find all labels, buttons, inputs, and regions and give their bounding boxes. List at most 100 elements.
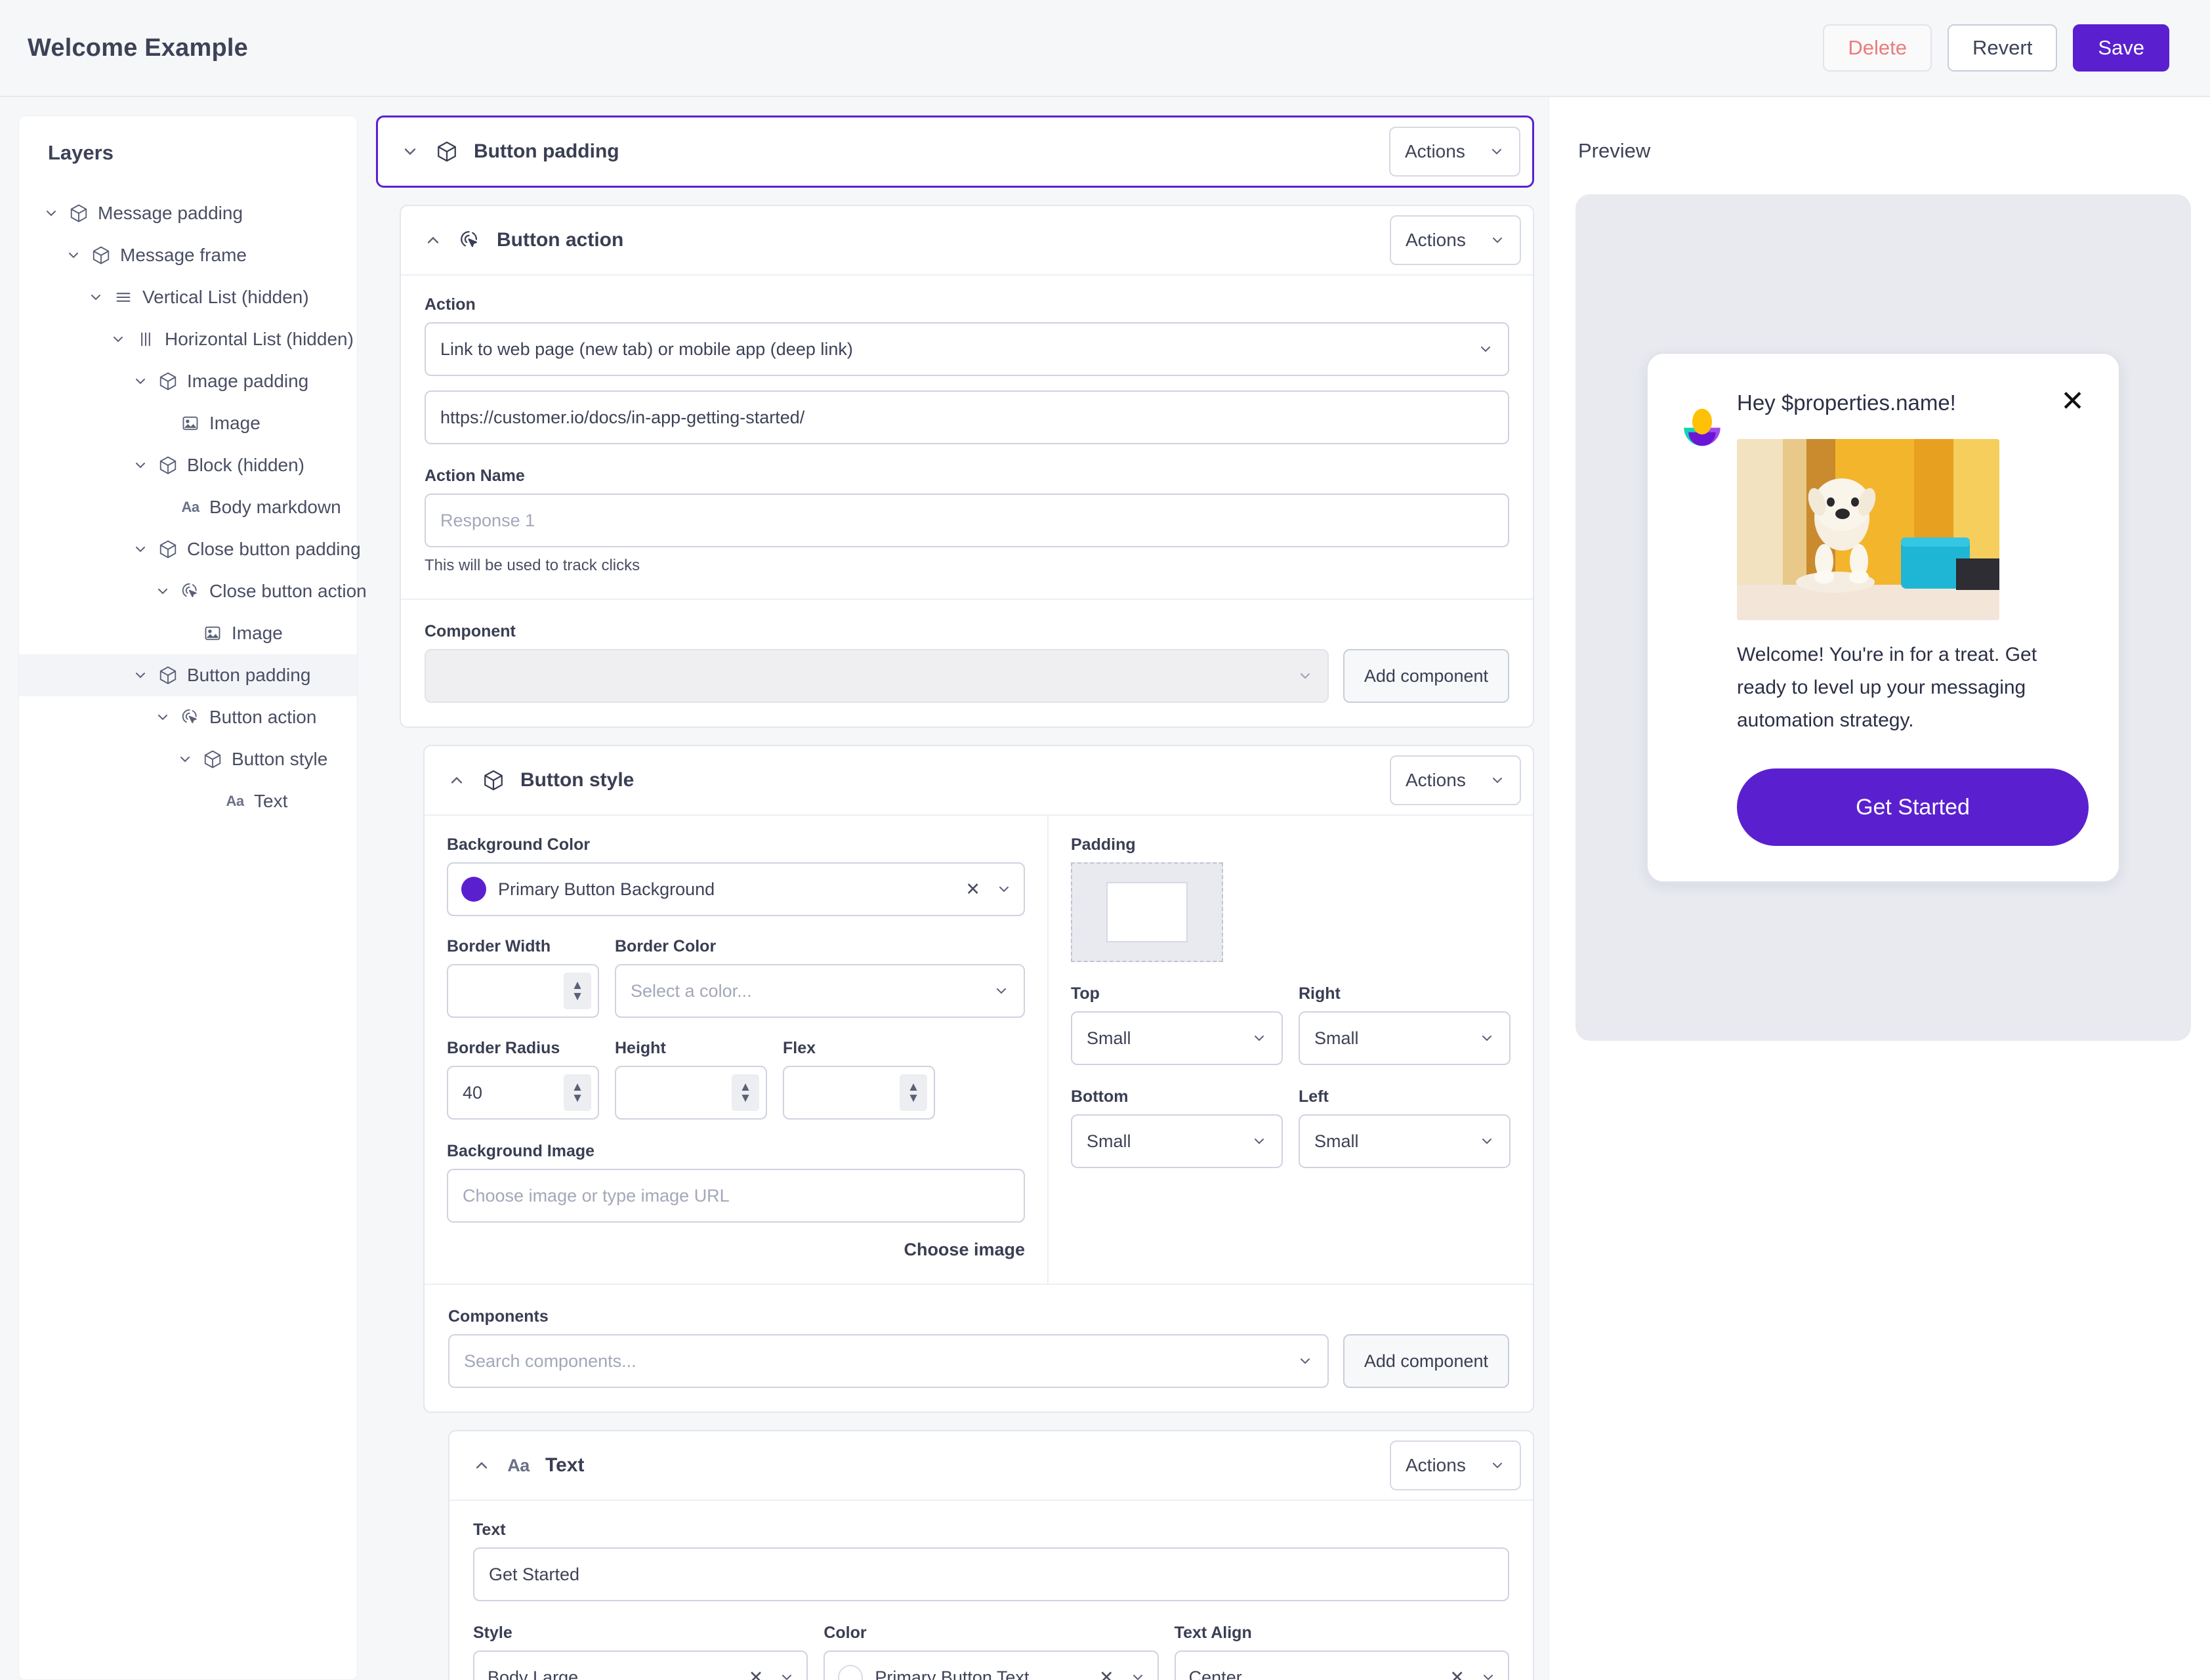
clear-icon[interactable]: ✕ xyxy=(1095,1668,1118,1680)
sidebar-item-close-button-action[interactable]: Close button action xyxy=(19,570,367,612)
sidebar-item-close-button-padding[interactable]: Close button padding xyxy=(19,528,361,570)
button-style-left: Background Color Primary Button Backgrou… xyxy=(425,816,1047,1284)
chevron-down-icon[interactable] xyxy=(110,331,127,348)
chevron-down-icon[interactable] xyxy=(132,667,149,684)
chevron-down-icon xyxy=(1479,1133,1495,1149)
chevron-down-icon xyxy=(1251,1030,1267,1046)
chevron-down-icon xyxy=(993,983,1009,999)
revert-button[interactable]: Revert xyxy=(1948,24,2058,72)
chevron-down-icon[interactable] xyxy=(154,583,171,600)
button-style-actions-dropdown[interactable]: Actions xyxy=(1390,755,1521,805)
chevron-down-icon[interactable] xyxy=(154,709,171,726)
padding-bottom-select[interactable]: Small xyxy=(1071,1114,1283,1168)
preview-cta-button[interactable]: Get Started xyxy=(1737,768,2089,846)
clear-icon[interactable]: ✕ xyxy=(961,879,984,900)
cube-icon xyxy=(434,139,459,164)
style-color-align-row: Style Body Large ✕ Color Primary Button … xyxy=(473,1624,1509,1680)
image-icon xyxy=(203,623,222,643)
padding-top-select[interactable]: Small xyxy=(1071,1011,1283,1065)
action-name-input[interactable]: Response 1 xyxy=(425,494,1509,547)
chevron-down-icon[interactable] xyxy=(132,457,149,474)
sidebar-item-body-markdown[interactable]: Aa Body markdown xyxy=(19,486,357,528)
components-search-select[interactable]: Search components... xyxy=(448,1334,1329,1388)
close-icon[interactable]: ✕ xyxy=(2060,387,2089,416)
border-radius-input[interactable]: 40 ▲ ▼ xyxy=(447,1066,599,1120)
chevron-down-icon[interactable] xyxy=(132,541,149,558)
button-style-header[interactable]: Button style Actions xyxy=(425,746,1533,814)
section-button-padding[interactable]: Button padding Actions xyxy=(376,116,1534,188)
sidebar-item-image[interactable]: Image xyxy=(19,402,357,444)
style-select[interactable]: Body Large ✕ xyxy=(473,1650,808,1680)
choose-image-button[interactable]: Choose image xyxy=(447,1223,1025,1260)
chevron-up-icon[interactable] xyxy=(423,230,443,250)
button-padding-actions-dropdown[interactable]: Actions xyxy=(1389,127,1520,177)
clear-icon[interactable]: ✕ xyxy=(1446,1668,1469,1680)
sidebar-item-text[interactable]: Aa Text xyxy=(19,780,357,822)
sidebar-item-image-padding[interactable]: Image padding xyxy=(19,360,357,402)
text-section-header[interactable]: Aa Text Actions xyxy=(449,1431,1533,1500)
chevron-down-icon[interactable] xyxy=(43,205,60,222)
component-select[interactable] xyxy=(425,649,1329,703)
sidebar-item-button-action[interactable]: Button action xyxy=(19,696,357,738)
button-padding-header[interactable]: Button padding Actions xyxy=(378,117,1532,186)
stepper-arrows-icon[interactable]: ▲ ▼ xyxy=(564,973,591,1009)
components-placeholder: Search components... xyxy=(464,1351,636,1371)
padding-left-select[interactable]: Small xyxy=(1299,1114,1511,1168)
chevron-down-icon xyxy=(1297,668,1313,684)
padding-right-select[interactable]: Small xyxy=(1299,1011,1511,1065)
button-action-actions-dropdown[interactable]: Actions xyxy=(1390,215,1521,265)
sidebar-item-message-frame[interactable]: Message frame xyxy=(19,234,357,276)
chevron-down-icon[interactable] xyxy=(132,373,149,390)
height-input[interactable]: ▲ ▼ xyxy=(615,1066,767,1120)
action-select[interactable]: Link to web page (new tab) or mobile app… xyxy=(425,322,1509,376)
border-radius-value: 40 xyxy=(463,1082,483,1102)
chevron-up-icon[interactable] xyxy=(447,770,467,790)
actions-label: Actions xyxy=(1406,230,1466,250)
color-swatch xyxy=(838,1665,864,1680)
add-component-button[interactable]: Add component xyxy=(1343,1334,1509,1388)
color-select[interactable]: Primary Button Text ✕ xyxy=(824,1650,1159,1680)
chevron-down-icon[interactable] xyxy=(65,247,82,264)
chevron-down-icon[interactable] xyxy=(400,142,420,161)
cube-icon xyxy=(158,371,178,391)
border-width-input[interactable]: ▲ ▼ xyxy=(447,964,599,1018)
save-button[interactable]: Save xyxy=(2073,24,2169,72)
stepper-arrows-icon[interactable]: ▲ ▼ xyxy=(564,1074,591,1111)
cube-icon xyxy=(203,749,222,769)
border-color-field: Border Color Select a color... xyxy=(615,937,1025,1018)
text-align-select[interactable]: Center ✕ xyxy=(1174,1650,1509,1680)
background-color-select[interactable]: Primary Button Background ✕ xyxy=(447,862,1025,916)
padding-right-value: Small xyxy=(1314,1028,1359,1048)
button-action-component-body: Component Add component xyxy=(401,598,1533,726)
flex-input[interactable]: ▲ ▼ xyxy=(783,1066,935,1120)
sidebar-item-vertical-list-hidden[interactable]: Vertical List (hidden) xyxy=(19,276,357,318)
sidebar-item-block-hidden[interactable]: Block (hidden) xyxy=(19,444,357,486)
sidebar-item-image[interactable]: Image xyxy=(19,612,357,654)
stepper-arrows-icon[interactable]: ▲ ▼ xyxy=(732,1074,759,1111)
sidebar-item-horizontal-list-hidden[interactable]: Horizontal List (hidden) xyxy=(19,318,357,360)
text-section-actions-dropdown[interactable]: Actions xyxy=(1390,1440,1521,1490)
border-color-select[interactable]: Select a color... xyxy=(615,964,1025,1018)
top-bar: Welcome Example Delete Revert Save xyxy=(0,0,2210,97)
section-text: Aa Text Actions Text Get Started Style B… xyxy=(448,1430,1534,1680)
clear-icon[interactable]: ✕ xyxy=(745,1668,768,1680)
text-input[interactable]: Get Started xyxy=(473,1547,1509,1601)
chevron-up-icon[interactable] xyxy=(472,1456,491,1475)
add-component-button[interactable]: Add component xyxy=(1343,649,1509,703)
button-action-header[interactable]: Button action Actions xyxy=(401,206,1533,274)
chevron-down-icon[interactable] xyxy=(87,289,104,306)
sidebar-item-label: Image xyxy=(209,413,261,433)
action-url-input[interactable]: https://customer.io/docs/in-app-getting-… xyxy=(425,390,1509,444)
sidebar-item-button-padding[interactable]: Button padding xyxy=(19,654,357,696)
stepper-arrows-icon[interactable]: ▲ ▼ xyxy=(900,1074,927,1111)
chevron-down-icon xyxy=(779,1670,795,1680)
text-section-title: Text xyxy=(545,1454,585,1476)
sidebar-item-button-style[interactable]: Button style xyxy=(19,738,357,780)
background-image-input[interactable]: Choose image or type image URL xyxy=(447,1169,1025,1223)
sidebar-item-message-padding[interactable]: Message padding xyxy=(19,192,357,234)
actions-label: Actions xyxy=(1406,1455,1466,1475)
chevron-down-icon[interactable] xyxy=(177,751,194,768)
delete-button[interactable]: Delete xyxy=(1823,24,1932,72)
background-image-label: Background Image xyxy=(447,1142,595,1160)
